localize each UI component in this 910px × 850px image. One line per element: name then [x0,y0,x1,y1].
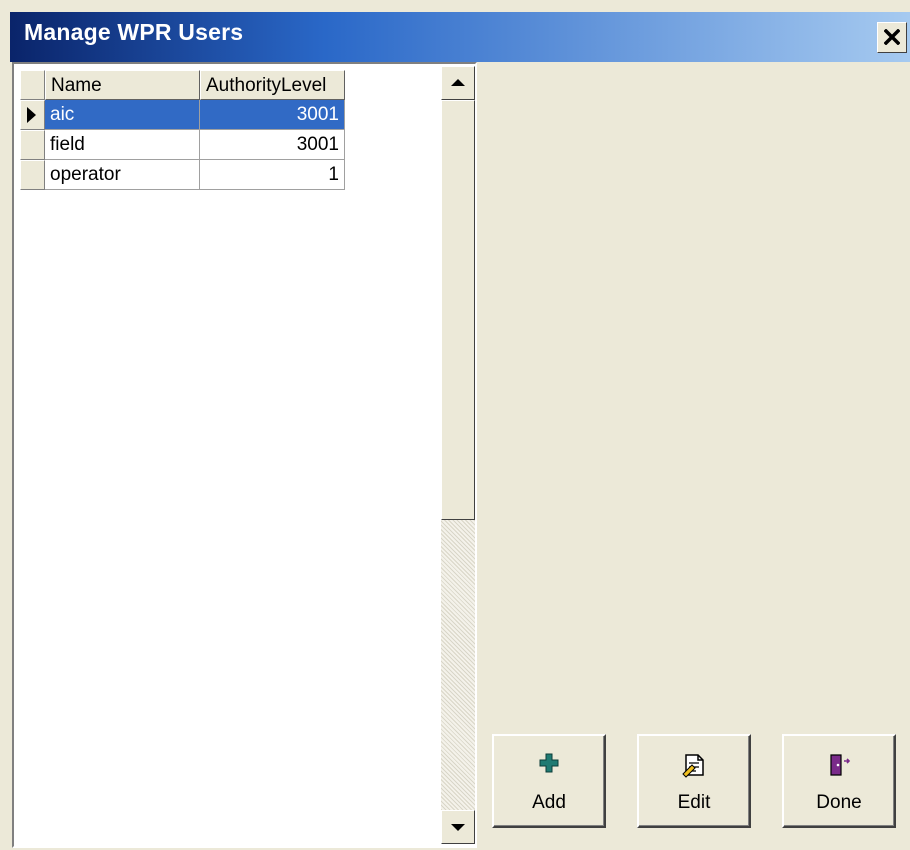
close-button[interactable] [877,22,907,53]
row-header[interactable] [20,100,45,130]
edit-icon-wrap [639,752,749,778]
scroll-up-button[interactable] [441,66,475,100]
edit-button-label: Edit [677,792,711,813]
scroll-thumb[interactable] [441,100,475,520]
users-grid: Name AuthorityLevel aic 3001 field 3001 … [12,62,477,848]
add-icon-wrap [494,752,604,778]
row-pointer-icon [27,107,36,123]
grid-area: Name AuthorityLevel aic 3001 field 3001 … [16,66,441,846]
exit-door-icon [830,754,851,776]
table-cell-name[interactable]: operator [45,160,200,190]
done-button-label: Done [816,792,862,813]
column-header-authority-level[interactable]: AuthorityLevel [200,70,345,100]
close-icon [884,29,900,45]
row-header[interactable] [20,160,45,190]
title-bar: Manage WPR Users [0,0,910,62]
window-title: Manage WPR Users [24,19,244,45]
scroll-down-button[interactable] [441,810,475,844]
done-button[interactable]: Done [782,734,896,828]
arrow-up-icon [451,79,465,86]
corner-header[interactable] [20,70,45,100]
plus-icon [539,753,559,773]
edit-button[interactable]: Edit [637,734,751,828]
table-cell-authority-level[interactable]: 3001 [200,130,345,160]
add-button[interactable]: Add [492,734,606,828]
manage-users-window: Manage WPR Users Name AuthorityLevel aic… [0,0,910,850]
table-cell-name[interactable]: field [45,130,200,160]
done-icon-wrap [784,752,894,778]
arrow-down-icon [451,824,465,831]
table-cell-authority-level[interactable]: 1 [200,160,345,190]
add-button-label: Add [532,792,566,813]
vertical-scrollbar[interactable] [441,66,475,844]
edit-document-icon [682,754,704,778]
row-header[interactable] [20,130,45,160]
table-cell-authority-level[interactable]: 3001 [200,100,345,130]
table-cell-name[interactable]: aic [45,100,200,130]
column-header-name[interactable]: Name [45,70,200,100]
